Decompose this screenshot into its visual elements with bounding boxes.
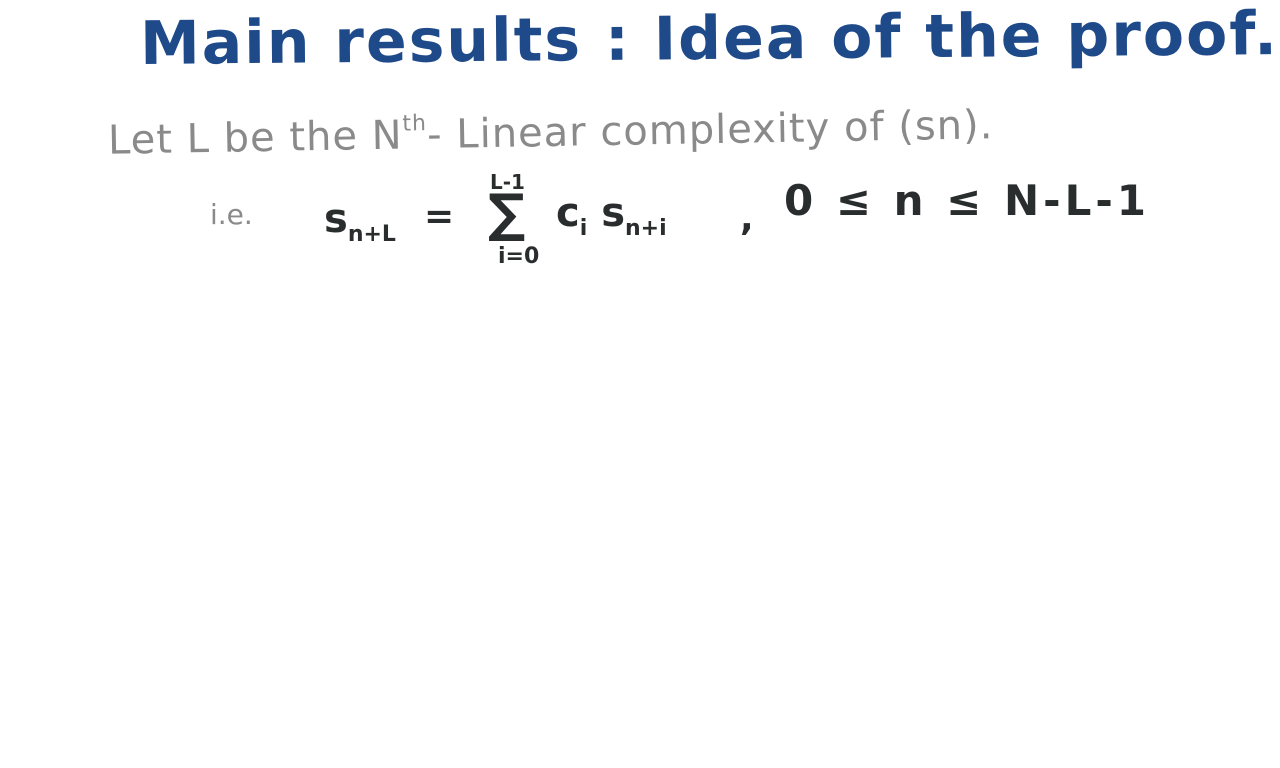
whiteboard-slide: Main results : Idea of the proof. Let L … — [0, 0, 1280, 768]
coef-base: c — [556, 190, 580, 236]
formula-term: ci sn+i — [556, 190, 667, 241]
coef-sub: i — [579, 216, 588, 241]
formula-lhs-base: s — [324, 196, 348, 242]
recurrence-formula: sn+L = L-1 ∑ i=0 ci sn+i , 0 ≤ n ≤ N-L-1 — [0, 0, 1280, 768]
term-base: s — [601, 190, 626, 236]
formula-lhs: sn+L — [324, 196, 396, 247]
formula-comma: , — [740, 198, 754, 239]
term-sub: n+i — [625, 216, 667, 241]
sum-symbol: ∑ — [488, 184, 526, 244]
formula-equals: = — [424, 196, 455, 237]
formula-lhs-sub: n+L — [347, 222, 396, 247]
formula-range: 0 ≤ n ≤ N-L-1 — [784, 176, 1150, 225]
sum-lower-limit: i=0 — [498, 244, 540, 269]
